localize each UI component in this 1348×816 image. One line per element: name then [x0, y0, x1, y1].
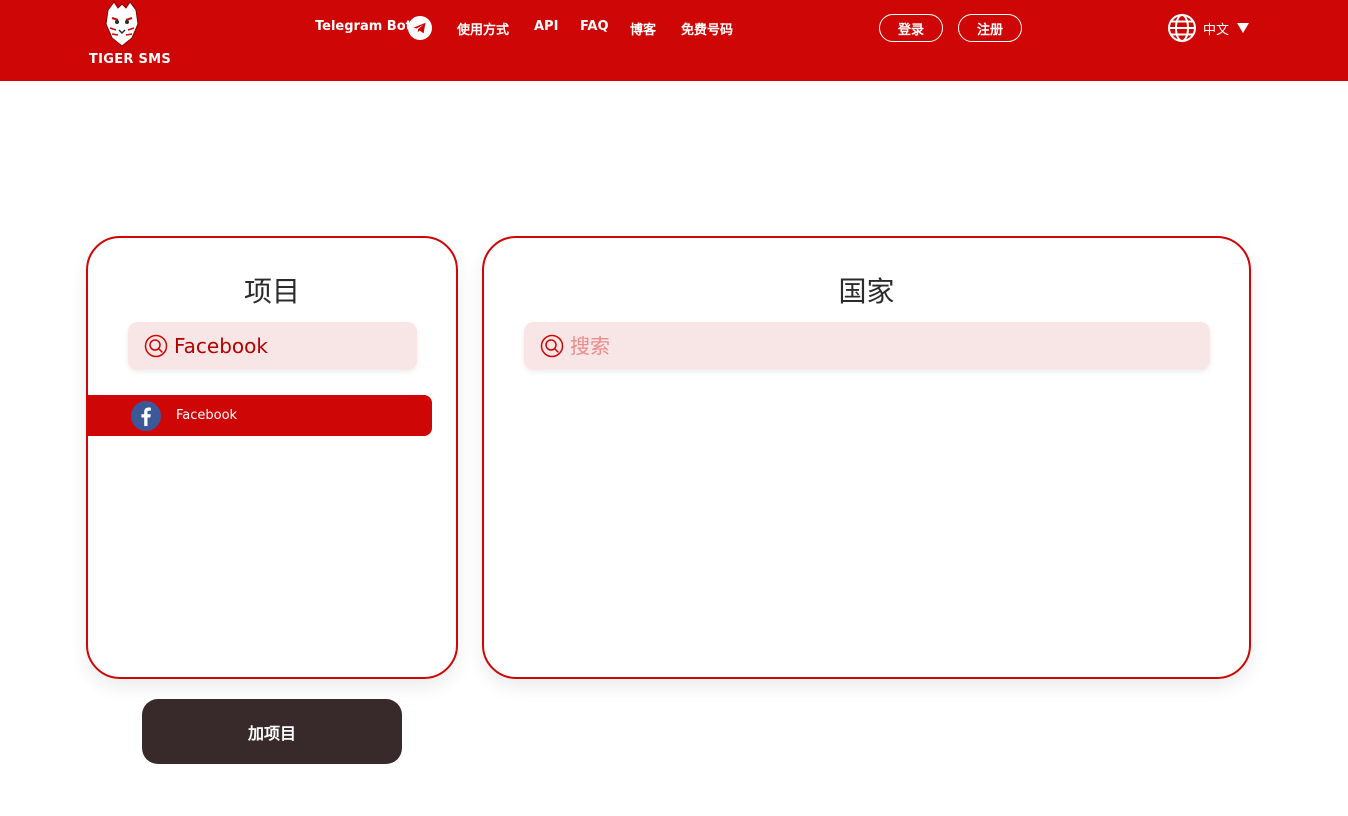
services-panel: 项目 Facebook: [86, 236, 458, 679]
countries-search: [524, 322, 1210, 370]
caret-down-icon: [1237, 23, 1250, 33]
login-button[interactable]: 登录: [879, 14, 943, 42]
add-service-button[interactable]: 加项目: [142, 699, 402, 764]
language-label: 中文: [1203, 22, 1230, 38]
services-title: 项目: [243, 275, 300, 308]
countries-panel: 国家: [482, 236, 1251, 679]
brand-logo[interactable]: TIGER SMS: [88, 0, 172, 70]
telegram-icon[interactable]: [408, 16, 432, 40]
services-search: [128, 322, 417, 370]
nav-api[interactable]: API: [534, 19, 558, 34]
brand-name: TIGER SMS: [88, 52, 172, 67]
services-search-input[interactable]: [174, 331, 404, 361]
search-icon: [540, 334, 564, 358]
service-item-facebook[interactable]: Facebook: [86, 395, 432, 436]
nav-faq[interactable]: FAQ: [580, 19, 609, 34]
nav-telegram-bot[interactable]: Telegram Bot: [315, 19, 412, 34]
nav-free-numbers[interactable]: 免费号码: [681, 19, 733, 38]
globe-icon: [1168, 14, 1196, 42]
register-button[interactable]: 注册: [958, 14, 1022, 42]
nav-blog[interactable]: 博客: [630, 19, 656, 38]
tiger-logo-icon: [105, 1, 139, 47]
search-icon: [144, 334, 168, 358]
countries-search-input[interactable]: [570, 331, 1190, 361]
countries-title: 国家: [838, 275, 895, 308]
language-selector[interactable]: 中文: [1167, 13, 1250, 43]
top-header: TIGER SMS Telegram Bot 使用方式 API FAQ 博客 免…: [0, 0, 1348, 81]
service-item-label: Facebook: [176, 408, 238, 423]
nav-how-to-use[interactable]: 使用方式: [457, 19, 509, 38]
facebook-icon: [131, 400, 161, 431]
